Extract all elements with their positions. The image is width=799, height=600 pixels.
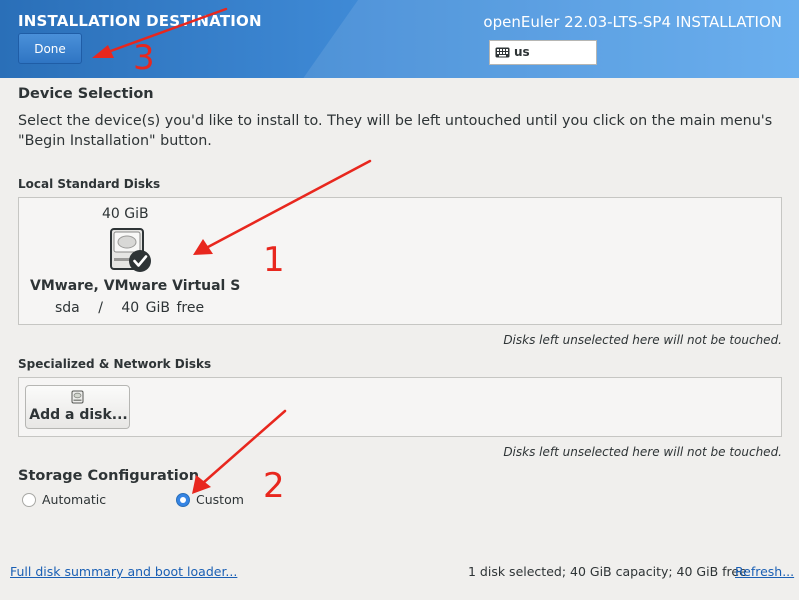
specialized-disks-panel [18, 377, 782, 437]
annotation-step-3: 3 [133, 38, 155, 78]
disk-name: VMware, VMware Virtual S [30, 278, 241, 294]
storage-config-heading: Storage Configuration [18, 468, 200, 484]
disk-free: 40 GiB free [121, 300, 205, 316]
automatic-radio[interactable] [22, 493, 36, 507]
header-bar: INSTALLATION DESTINATION openEuler 22.03… [0, 0, 799, 78]
keyboard-icon [495, 47, 510, 58]
selection-status: 1 disk selected; 40 GiB capacity; 40 GiB… [468, 564, 747, 579]
disk-details-separator: / [98, 300, 103, 316]
keyboard-layout-label: us [514, 45, 530, 59]
done-button[interactable]: Done [18, 33, 82, 64]
local-disks-heading: Local Standard Disks [18, 177, 161, 191]
refresh-link[interactable]: Refresh... [735, 564, 794, 579]
add-disk-icon [71, 390, 84, 404]
page-title: INSTALLATION DESTINATION [18, 12, 262, 30]
add-disk-button[interactable]: Add a disk... [25, 385, 130, 429]
product-title: openEuler 22.03-LTS-SP4 INSTALLATION [483, 13, 782, 31]
keyboard-layout-indicator[interactable]: us [489, 40, 597, 65]
annotation-step-1: 1 [263, 240, 285, 280]
disk-device: sda [55, 300, 80, 316]
full-disk-summary-link[interactable]: Full disk summary and boot loader... [10, 564, 237, 579]
local-disks-hint: Disks left unselected here will not be t… [503, 333, 782, 347]
automatic-radio-label[interactable]: Automatic [42, 492, 106, 507]
disk-details: sda / 40 GiB free [55, 300, 204, 316]
disk-size: 40 GiB [102, 206, 149, 222]
add-disk-label: Add a disk... [29, 407, 128, 423]
specialized-disks-hint: Disks left unselected here will not be t… [503, 445, 782, 459]
specialized-disks-heading: Specialized & Network Disks [18, 357, 212, 371]
header-decoration [273, 0, 799, 78]
device-selection-intro: Select the device(s) you'd like to insta… [18, 113, 773, 149]
custom-radio[interactable] [176, 493, 190, 507]
hard-disk-icon [110, 228, 151, 272]
custom-radio-label[interactable]: Custom [196, 492, 244, 507]
device-selection-heading: Device Selection [18, 86, 154, 102]
annotation-step-2: 2 [263, 466, 285, 506]
